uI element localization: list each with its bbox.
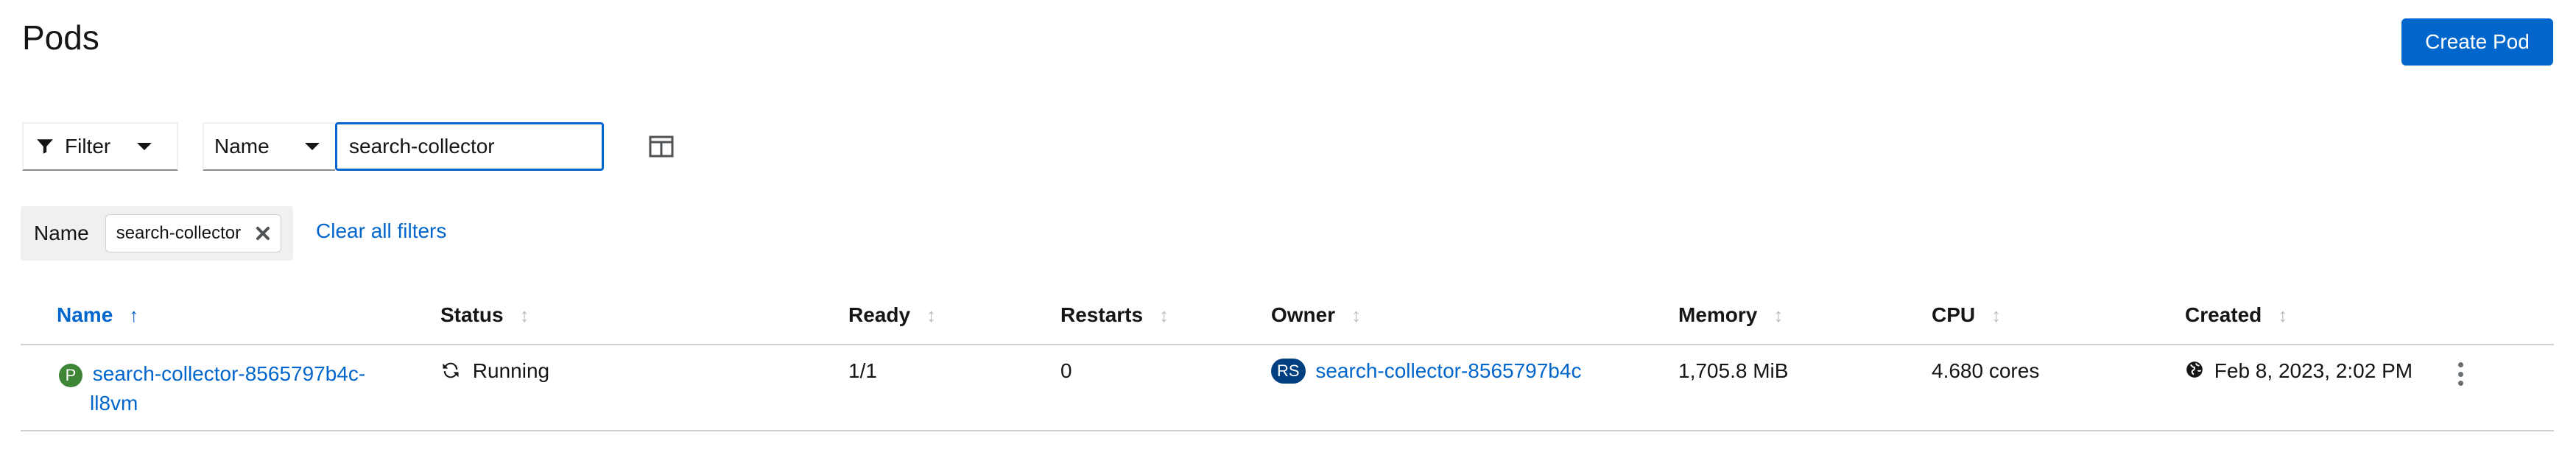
filter-chip: search-collector	[105, 214, 282, 253]
column-label: Created	[2185, 303, 2262, 326]
filter-dropdown[interactable]: Filter	[22, 122, 178, 171]
column-header-ready[interactable]: Ready ↕	[848, 303, 936, 327]
table-row-status-cell: Running	[440, 359, 549, 383]
sort-icon: ↕	[1351, 303, 1362, 326]
chevron-down-icon	[304, 143, 320, 150]
filter-type-select[interactable]: Name	[203, 122, 335, 171]
table-header-divider	[21, 344, 2554, 345]
status-text: Running	[472, 359, 550, 382]
pod-name-link-suffix[interactable]: ll8vm	[90, 392, 138, 415]
column-label: Name	[57, 303, 113, 326]
pod-badge: P	[59, 363, 82, 387]
column-label: Memory	[1678, 303, 1758, 326]
search-input[interactable]	[335, 122, 604, 171]
column-header-cpu[interactable]: CPU ↕	[1932, 303, 2001, 327]
chip-category-label: Name	[34, 222, 89, 244]
column-label: Owner	[1271, 303, 1336, 326]
filter-label: Filter	[65, 135, 111, 158]
sort-icon: ↕	[1773, 303, 1784, 326]
memory-value: 1,705.8 MiB	[1678, 359, 1789, 382]
column-label: Ready	[848, 303, 911, 326]
table-row-divider	[21, 430, 2554, 431]
owner-link[interactable]: search-collector-8565797b4c	[1315, 359, 1581, 382]
sort-icon: ↕	[2278, 303, 2288, 326]
globe-icon	[2185, 360, 2204, 379]
row-actions-kebab-icon[interactable]	[2456, 362, 2465, 386]
column-header-restarts[interactable]: Restarts ↕	[1060, 303, 1169, 327]
chevron-down-icon	[137, 143, 152, 150]
manage-columns-icon[interactable]	[648, 134, 675, 159]
table-row-created-cell: Feb 8, 2023, 2:02 PM	[2185, 359, 2413, 383]
sort-icon: ↕	[1159, 303, 1169, 326]
table-row-owner-cell: RS search-collector-8565797b4c	[1271, 358, 1581, 384]
page-title: Pods	[22, 18, 99, 57]
created-value: Feb 8, 2023, 2:02 PM	[2214, 359, 2413, 382]
sync-icon	[440, 360, 461, 381]
sort-icon: ↕	[1991, 303, 2002, 326]
chip-label: search-collector	[116, 223, 242, 243]
column-header-created[interactable]: Created ↕	[2185, 303, 2287, 327]
column-label: Status	[440, 303, 504, 326]
filter-chip-group: Name search-collector	[21, 206, 293, 261]
sort-icon: ↕	[519, 303, 529, 326]
clear-all-filters-link[interactable]: Clear all filters	[316, 219, 446, 243]
ready-value: 1/1	[848, 359, 877, 382]
table-row-name-cell: P search-collector-8565797b4c- ll8vm	[59, 359, 365, 418]
column-label: CPU	[1932, 303, 1976, 326]
column-header-status[interactable]: Status ↕	[440, 303, 529, 327]
close-icon[interactable]	[256, 226, 270, 241]
filter-type-label: Name	[214, 135, 270, 158]
sort-ascending-icon: ↑	[129, 303, 139, 326]
pod-name-link[interactable]: search-collector-8565797b4c-	[93, 362, 365, 385]
cpu-value: 4.680 cores	[1932, 359, 2040, 382]
restarts-value: 0	[1060, 359, 1072, 382]
create-pod-button[interactable]: Create Pod	[2401, 18, 2553, 66]
column-header-name[interactable]: Name ↑	[57, 303, 138, 327]
sort-icon: ↕	[926, 303, 937, 326]
filter-icon	[35, 137, 54, 156]
column-header-memory[interactable]: Memory ↕	[1678, 303, 1783, 327]
replicaset-badge: RS	[1271, 358, 1306, 384]
column-label: Restarts	[1060, 303, 1144, 326]
column-header-owner[interactable]: Owner ↕	[1271, 303, 1361, 327]
